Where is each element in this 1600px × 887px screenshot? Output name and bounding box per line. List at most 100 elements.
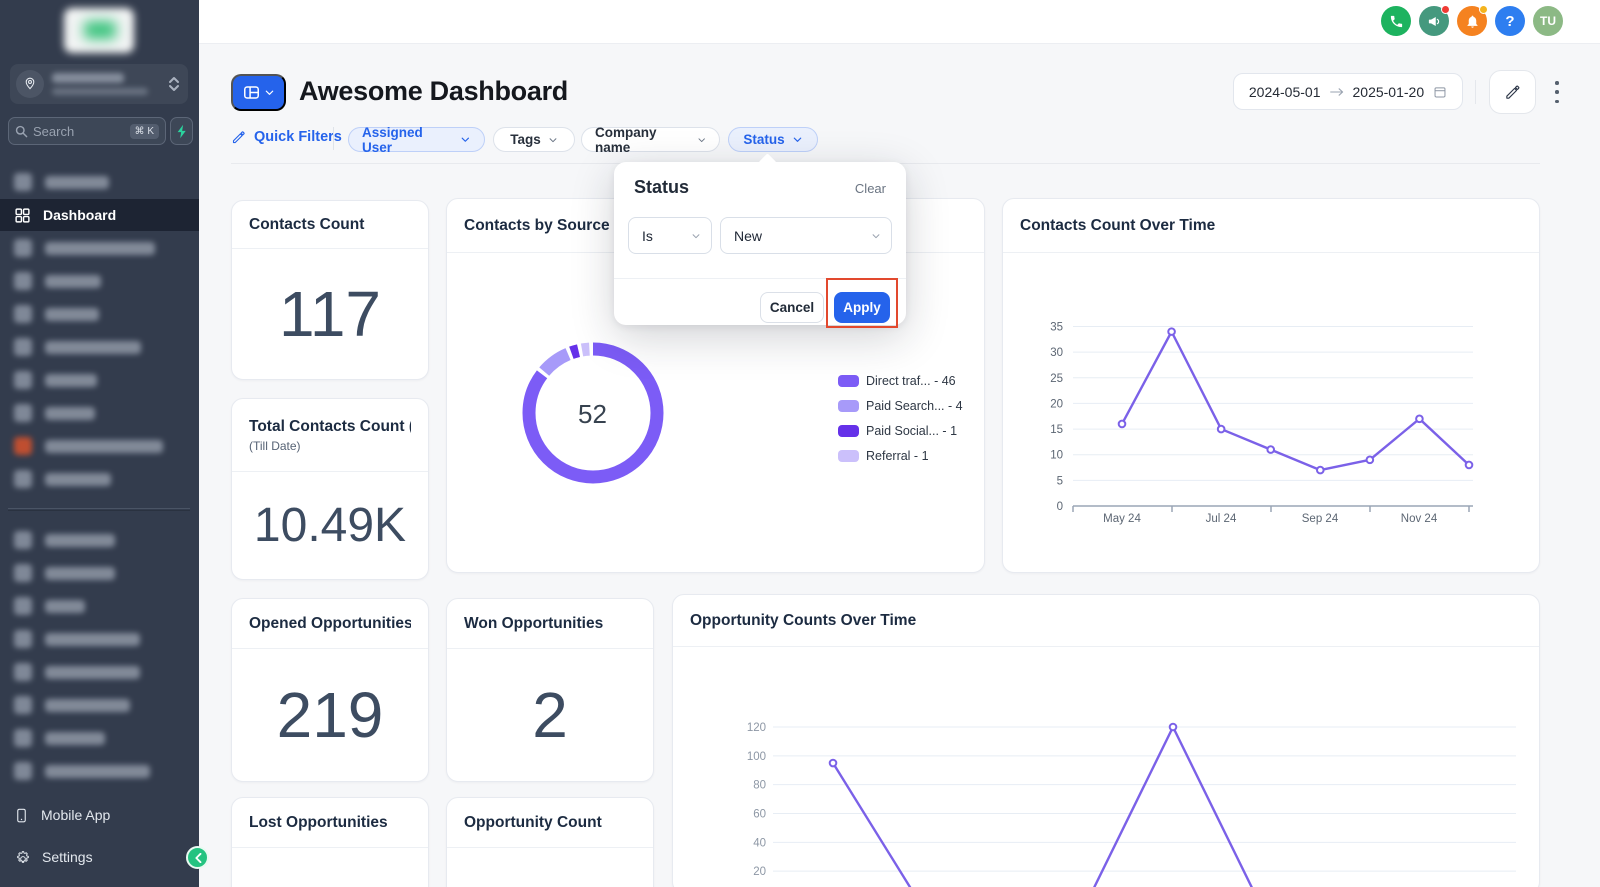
redacted-label [45, 341, 141, 354]
announcements-button[interactable] [1419, 6, 1449, 36]
svg-text:10: 10 [1050, 450, 1063, 462]
filter-pill-tags[interactable]: Tags [493, 127, 575, 152]
date-range-picker[interactable]: 2024-05-01 2025-01-20 [1233, 73, 1463, 110]
redacted-icon [14, 437, 32, 455]
sidebar-item-redacted[interactable] [0, 166, 199, 198]
sidebar-item-redacted[interactable] [0, 722, 199, 754]
sidebar-item-redacted[interactable] [0, 463, 199, 495]
redacted-icon [14, 630, 32, 648]
redacted-icon [14, 597, 32, 615]
sidebar-item-redacted[interactable] [0, 557, 199, 589]
redacted-icon [14, 663, 32, 681]
sidebar: ⌘ K Dashboard Mobile App Settings [0, 0, 199, 887]
header-separator [1475, 80, 1476, 104]
sidebar-item-redacted[interactable] [0, 397, 199, 429]
redacted-label [45, 374, 97, 387]
mobile-app-label: Mobile App [41, 807, 110, 823]
redacted-icon [14, 762, 32, 780]
legend-item[interactable]: Paid Search... - 4 [838, 399, 963, 413]
cancel-button[interactable]: Cancel [760, 292, 824, 323]
sidebar-item-label: Dashboard [43, 207, 116, 223]
dashboard-layout-icon [242, 83, 261, 102]
popover-caret [758, 153, 776, 171]
sidebar-item-redacted[interactable] [0, 590, 199, 622]
redacted-label [45, 407, 95, 420]
bell-icon [1465, 14, 1480, 29]
legend-item[interactable]: Paid Social... - 1 [838, 424, 957, 438]
sidebar-item-dashboard[interactable]: Dashboard [0, 199, 199, 231]
operator-select[interactable]: Is [628, 217, 712, 254]
card-title: Opened Opportunities [249, 615, 411, 633]
opportunities-line-chart: 20406080100120 [673, 647, 1540, 887]
legend-item[interactable]: Direct traf... - 46 [838, 374, 956, 388]
sidebar-item-redacted[interactable] [0, 265, 199, 297]
dashboard-switcher-button[interactable] [231, 74, 286, 111]
filter-pill-company-name[interactable]: Company name [581, 127, 720, 152]
quick-filters-label: Quick Filters [254, 129, 342, 145]
svg-text:40: 40 [753, 837, 766, 849]
sidebar-item-redacted[interactable] [0, 331, 199, 363]
more-options-menu[interactable] [1549, 81, 1565, 103]
card-contacts-count-over-time: Contacts Count Over Time 51015202530350M… [1002, 198, 1540, 573]
popover-footer-divider [614, 278, 906, 279]
arrow-right-icon [1330, 87, 1344, 97]
card-won-opportunities: Won Opportunities 2 [446, 598, 654, 782]
sidebar-item-redacted[interactable] [0, 298, 199, 330]
pill-label: Status [743, 132, 784, 147]
sidebar-item-redacted[interactable] [0, 232, 199, 264]
clear-button[interactable]: Clear [855, 181, 886, 196]
svg-text:20: 20 [1050, 398, 1063, 410]
card-title: Contacts Count [249, 216, 411, 234]
search-input[interactable] [33, 124, 130, 139]
redacted-label [45, 633, 140, 646]
settings-label: Settings [42, 849, 93, 865]
quick-filters-button[interactable]: Quick Filters [231, 129, 342, 145]
sidebar-collapse-button[interactable] [186, 846, 209, 869]
sidebar-item-mobile-app[interactable]: Mobile App [0, 801, 199, 829]
filters-separator [333, 127, 334, 150]
page-title: Awesome Dashboard [299, 76, 568, 107]
workspace-selector[interactable] [10, 64, 188, 104]
apply-button[interactable]: Apply [834, 292, 890, 323]
filter-pill-assigned-user[interactable]: Assigned User [348, 127, 485, 152]
chevron-down-icon [691, 231, 701, 241]
svg-text:May 24: May 24 [1103, 513, 1141, 525]
sidebar-item-redacted[interactable] [0, 755, 199, 787]
quick-actions-button[interactable] [170, 117, 193, 145]
search-box[interactable]: ⌘ K [8, 117, 166, 145]
svg-text:60: 60 [753, 809, 766, 821]
sidebar-item-redacted[interactable] [0, 524, 199, 556]
status-value-select[interactable]: New [720, 217, 892, 254]
svg-text:15: 15 [1050, 424, 1063, 436]
card-subtitle: (Till Date) [249, 439, 411, 453]
svg-text:120: 120 [747, 722, 766, 734]
filter-pill-status[interactable]: Status [728, 127, 818, 152]
legend-swatch [838, 450, 859, 462]
card-lost-opportunities: Lost Opportunities [231, 797, 429, 887]
redacted-icon [14, 564, 32, 582]
svg-text:Jul 24: Jul 24 [1206, 513, 1237, 525]
notifications-button[interactable] [1457, 6, 1487, 36]
sidebar-item-redacted[interactable] [0, 364, 199, 396]
legend-item[interactable]: Referral - 1 [838, 449, 929, 463]
redacted-label [45, 440, 163, 453]
redacted-icon [14, 305, 32, 323]
user-avatar[interactable]: TU [1533, 6, 1563, 36]
legend-label: Paid Search... - 4 [866, 399, 963, 413]
sidebar-item-redacted[interactable] [0, 689, 199, 721]
chevron-down-icon [697, 135, 706, 145]
redacted-icon [14, 338, 32, 356]
phone-button[interactable] [1381, 6, 1411, 36]
card-opportunity-counts-over-time: Opportunity Counts Over Time 20406080100… [672, 594, 1540, 887]
svg-text:35: 35 [1050, 322, 1063, 334]
search-icon [15, 125, 28, 138]
svg-text:Nov 24: Nov 24 [1401, 513, 1438, 525]
edit-dashboard-button[interactable] [1489, 70, 1536, 114]
sidebar-item-settings[interactable]: Settings [0, 843, 199, 871]
help-button[interactable]: ? [1495, 6, 1525, 36]
sidebar-item-redacted[interactable] [0, 623, 199, 655]
megaphone-icon [1427, 14, 1442, 29]
sidebar-item-redacted[interactable] [0, 430, 199, 462]
sidebar-item-redacted[interactable] [0, 656, 199, 688]
help-glyph: ? [1505, 13, 1514, 30]
